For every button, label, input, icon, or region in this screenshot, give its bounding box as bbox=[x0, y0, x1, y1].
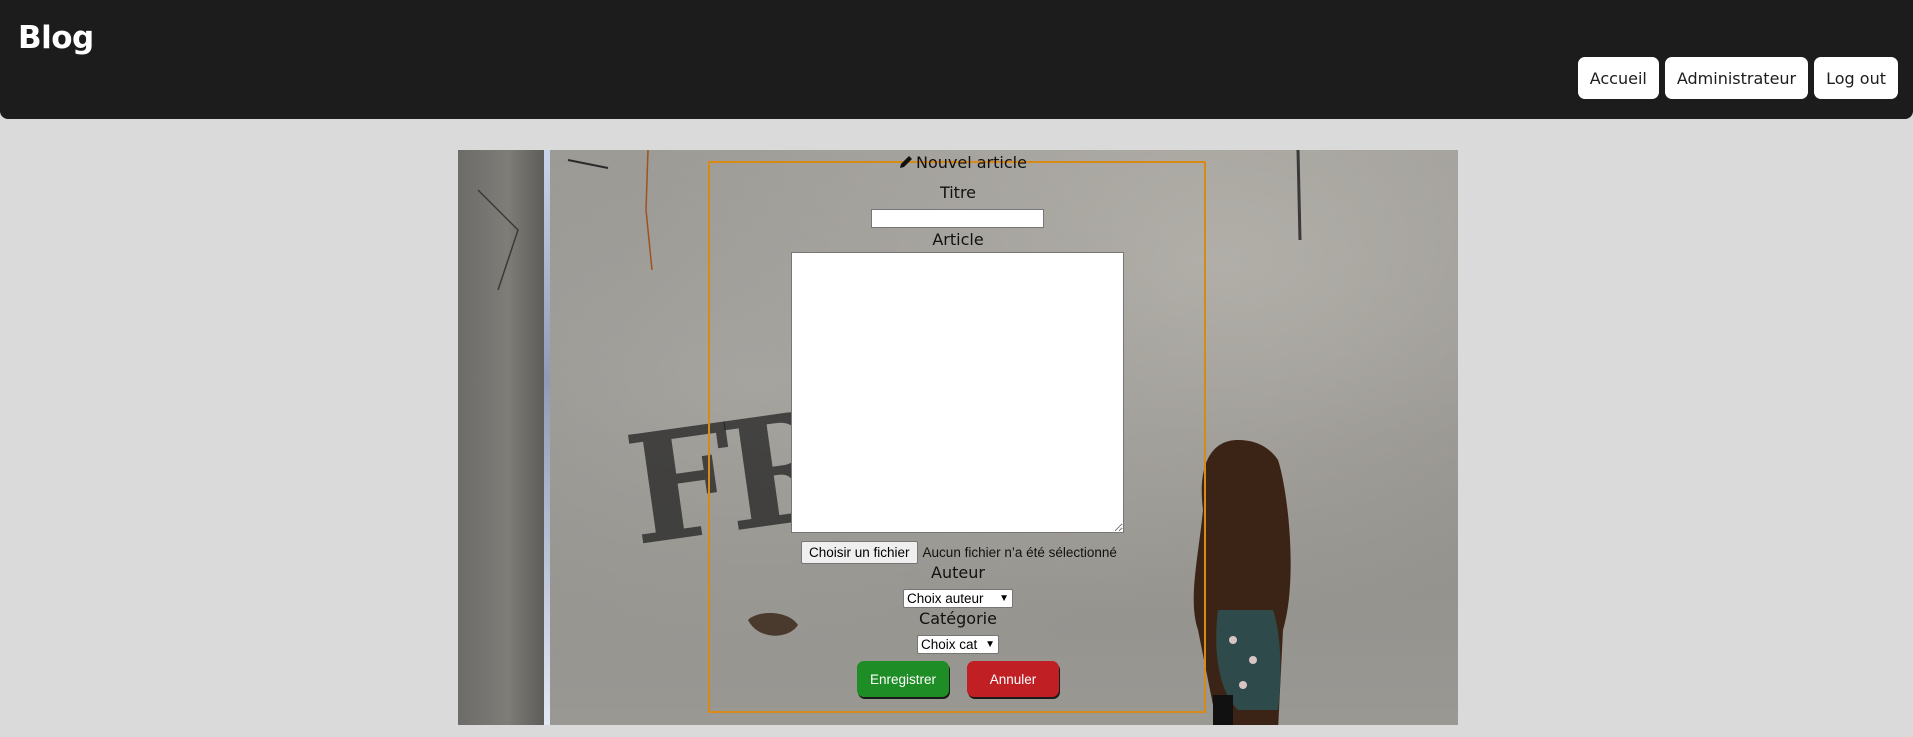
titre-input[interactable] bbox=[871, 209, 1044, 228]
categorie-label: Catégorie bbox=[919, 609, 997, 628]
main-nav: Accueil Administrateur Log out bbox=[1577, 57, 1898, 99]
pencil-icon bbox=[900, 156, 912, 168]
save-button[interactable]: Enregistrer bbox=[857, 661, 949, 697]
cancel-button[interactable]: Annuler bbox=[967, 661, 1059, 697]
auteur-label: Auteur bbox=[931, 563, 985, 582]
titre-label: Titre bbox=[939, 183, 977, 202]
nav-accueil-button[interactable]: Accueil bbox=[1577, 57, 1659, 99]
categorie-selected-value: Choix cat bbox=[921, 637, 978, 652]
file-status-text: Aucun fichier n’a été sélectionné bbox=[922, 545, 1117, 560]
choose-file-button[interactable]: Choisir un fichier bbox=[801, 541, 918, 564]
article-label: Article bbox=[932, 230, 984, 249]
auteur-select[interactable]: Choix auteur ▼ bbox=[903, 589, 1013, 608]
nav-administrateur-button[interactable]: Administrateur bbox=[1664, 57, 1809, 99]
auteur-selected-value: Choix auteur bbox=[907, 591, 984, 606]
nav-logout-button[interactable]: Log out bbox=[1814, 57, 1898, 99]
chevron-down-icon: ▼ bbox=[999, 593, 1009, 604]
file-upload: Choisir un fichier Aucun fichier n’a été… bbox=[801, 541, 1117, 564]
fieldset-legend: Nouvel article bbox=[898, 152, 1027, 172]
site-brand[interactable]: Blog bbox=[18, 20, 94, 56]
legend-title: Nouvel article bbox=[916, 152, 1027, 172]
categorie-select[interactable]: Choix cat ▼ bbox=[917, 635, 999, 654]
top-header: Blog Accueil Administrateur Log out bbox=[0, 0, 1913, 119]
chevron-down-icon: ▼ bbox=[985, 639, 995, 650]
article-textarea[interactable] bbox=[791, 252, 1124, 533]
